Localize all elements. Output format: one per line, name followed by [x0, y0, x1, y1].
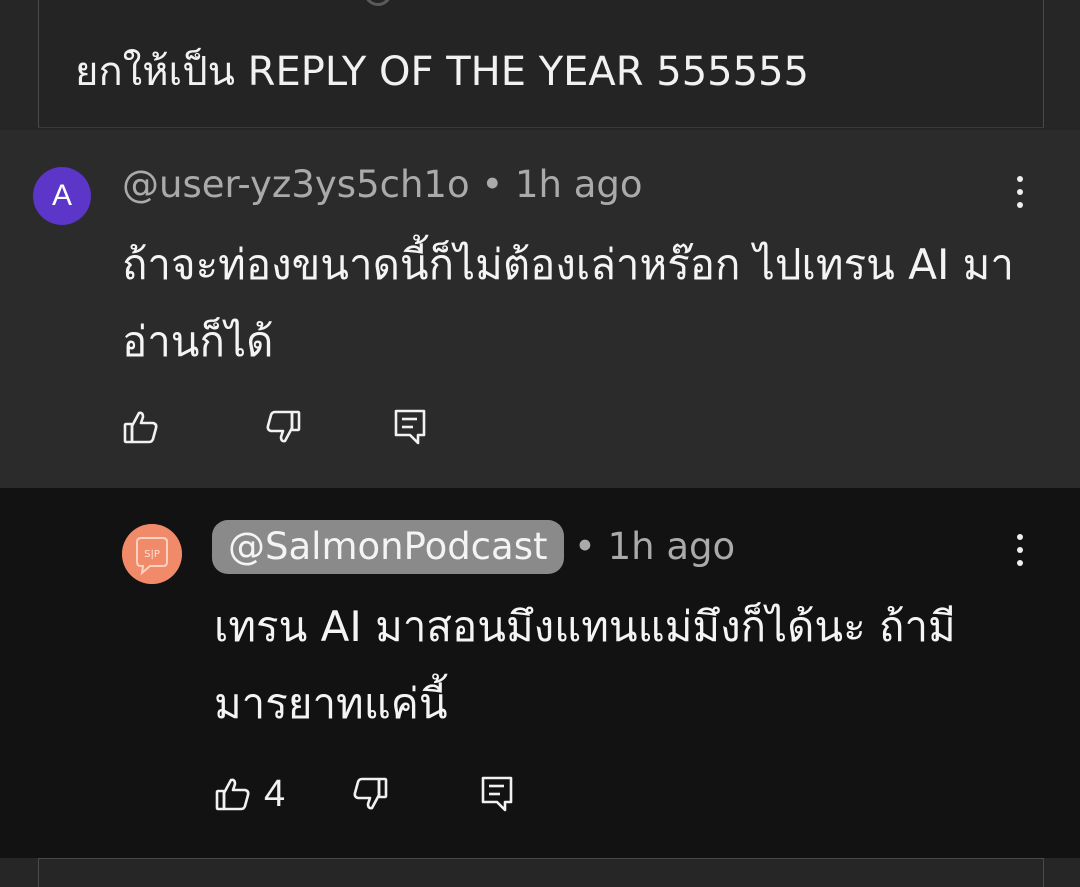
like-count: 4 — [264, 773, 286, 815]
comment-body: ถ้าจะท่องขนาดนี้ก็ไม่ต้องเล่าหร๊อก ไปเทร… — [122, 240, 1014, 366]
podcast-logo-icon: S|P — [122, 524, 182, 584]
reply-icon — [481, 776, 513, 812]
reply-body: เทรน AI มาสอนมึงแทนแม่มึงก็ได้นะ ถ้ามีมา… — [214, 602, 956, 728]
like-button[interactable]: 4 — [214, 774, 285, 814]
reply-meta: • 1h ago — [574, 524, 735, 570]
like-icon — [123, 411, 158, 444]
reply-button[interactable] — [479, 775, 515, 813]
quoted-comment-box: ยกให้เป็น REPLY OF THE YEAR 555555 — [38, 0, 1044, 128]
dislike-icon — [353, 777, 388, 810]
like-button[interactable] — [122, 408, 160, 446]
reply-time: 1h ago — [607, 525, 736, 568]
dislike-button[interactable] — [264, 408, 302, 446]
comment-author[interactable]: @user-yz3ys5ch1o — [122, 163, 470, 206]
comment-actions — [122, 408, 428, 446]
next-comment-box — [38, 858, 1044, 887]
reply-icon — [394, 409, 426, 445]
reply-author-pill[interactable]: @SalmonPodcast — [212, 520, 564, 574]
comment-meta: @user-yz3ys5ch1o • 1h ago — [122, 162, 643, 208]
more-options-icon[interactable] — [1012, 172, 1028, 212]
more-options-icon[interactable] — [1012, 530, 1028, 570]
reply-actions: 4 — [214, 774, 515, 814]
reply-button[interactable] — [392, 408, 428, 446]
avatar-fragment — [364, 0, 392, 6]
quoted-comment-text: ยกให้เป็น REPLY OF THE YEAR 555555 — [75, 49, 809, 95]
dislike-button[interactable] — [351, 775, 389, 813]
like-icon — [215, 778, 250, 811]
avatar[interactable]: S|P — [122, 524, 182, 584]
comments-screen: ยกให้เป็น REPLY OF THE YEAR 555555 A @us… — [0, 0, 1080, 887]
avatar[interactable]: A — [33, 167, 91, 225]
comment-time: 1h ago — [514, 163, 643, 206]
svg-text:S|P: S|P — [144, 549, 160, 560]
comment-thread-item: A @user-yz3ys5ch1o • 1h ago ถ้าจะท่องขนา… — [0, 130, 1080, 488]
meta-separator: • — [481, 163, 504, 206]
meta-separator: • — [574, 525, 596, 568]
dislike-icon — [266, 410, 301, 443]
reply-thread-item: S|P @SalmonPodcast • 1h ago เทรน AI มาสอ… — [0, 488, 1080, 858]
